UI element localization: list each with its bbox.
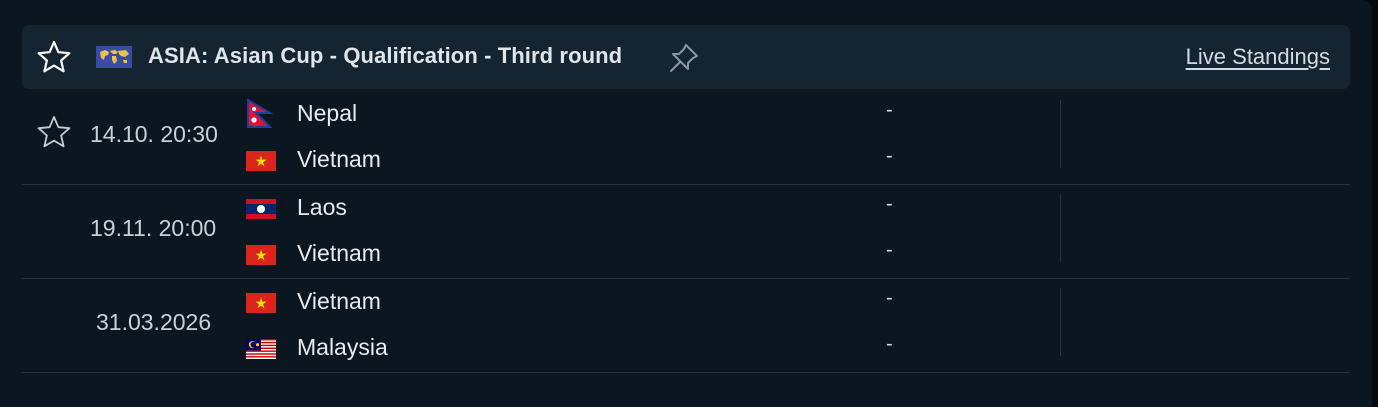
home-team: Vietnam -	[246, 287, 893, 317]
team-name: Malaysia	[297, 334, 388, 360]
away-team: Malaysia -	[246, 333, 893, 363]
team-score: -	[886, 287, 893, 309]
match-row[interactable]: 19.11. 20:00 Laos - Vietnam -	[22, 184, 1350, 279]
nepal-flag-icon	[247, 99, 274, 128]
match-time: 19.11. 20:00	[90, 215, 217, 241]
column-divider	[1060, 100, 1061, 168]
malaysia-flag-icon	[246, 339, 276, 359]
team-name: Vietnam	[297, 288, 381, 314]
team-name: Vietnam	[297, 146, 381, 172]
team-score: -	[886, 99, 893, 121]
team-name: Laos	[297, 194, 347, 220]
world-flag-icon	[96, 46, 132, 68]
team-score: -	[886, 239, 893, 261]
column-divider	[1060, 194, 1061, 262]
league-title[interactable]: ASIA: Asian Cup - Qualification - Third …	[148, 43, 622, 69]
pin-icon[interactable]	[666, 40, 702, 76]
away-team: Vietnam -	[246, 145, 893, 175]
home-team: Nepal -	[246, 99, 893, 129]
team-name: Nepal	[297, 100, 358, 126]
vietnam-flag-icon	[246, 293, 276, 313]
star-outline-icon[interactable]	[36, 114, 72, 150]
match-row[interactable]: 14.10. 20:30 Nepal - Vietnam -	[22, 90, 1350, 185]
column-divider	[1060, 288, 1061, 356]
home-team: Laos -	[246, 193, 893, 223]
vietnam-flag-icon	[246, 151, 276, 171]
league-header: ASIA: Asian Cup - Qualification - Third …	[22, 25, 1350, 89]
team-score: -	[886, 333, 893, 355]
match-row[interactable]: 31.03.2026 Vietnam - Malaysia -	[22, 278, 1350, 373]
league-panel: ASIA: Asian Cup - Qualification - Third …	[0, 0, 1372, 407]
star-outline-icon[interactable]	[36, 39, 72, 75]
team-name: Vietnam	[297, 240, 381, 266]
vietnam-flag-icon	[246, 245, 276, 265]
away-team: Vietnam -	[246, 239, 893, 269]
match-time: 14.10. 20:30	[90, 121, 218, 147]
laos-flag-icon	[246, 199, 276, 219]
match-time: 31.03.2026	[96, 309, 212, 335]
team-score: -	[886, 145, 893, 167]
team-score: -	[886, 193, 893, 215]
live-standings-link[interactable]: Live Standings	[1186, 44, 1330, 70]
